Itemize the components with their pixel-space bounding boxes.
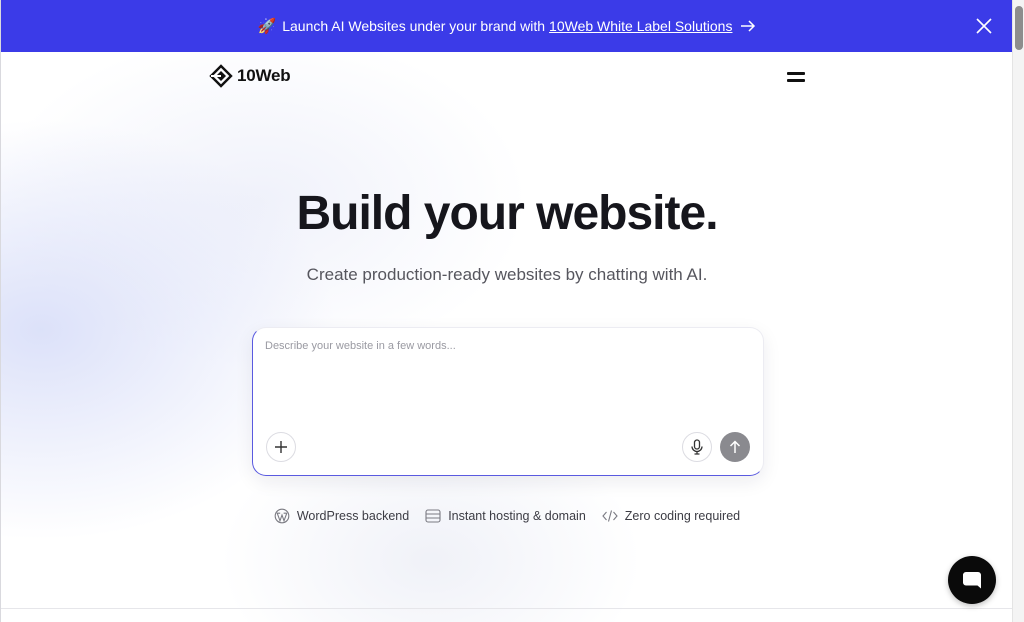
microphone-button[interactable] [682, 432, 712, 462]
hero-title: Build your website. [296, 187, 718, 240]
announcement-banner: 🚀 Launch AI Websites under your brand wi… [1, 0, 1012, 52]
hamburger-icon-line [787, 79, 805, 82]
wordpress-icon [274, 508, 290, 524]
microphone-icon [691, 439, 703, 455]
scrollbar[interactable] [1012, 0, 1024, 622]
website-description-input[interactable] [265, 340, 753, 420]
add-attachment-button[interactable] [266, 432, 296, 462]
scrollbar-thumb[interactable] [1015, 6, 1023, 50]
menu-button[interactable] [787, 70, 805, 84]
logo-mark-icon [209, 64, 233, 88]
hamburger-icon-line [787, 72, 805, 75]
close-icon [976, 18, 992, 34]
banner-text: Launch AI Websites under your brand with [282, 18, 546, 34]
feature-label: WordPress backend [296, 509, 410, 523]
logo-text: 10Web [237, 66, 291, 85]
logo[interactable]: 10Web [209, 64, 291, 88]
arrow-right-icon[interactable] [740, 19, 756, 33]
white-label-link[interactable]: 10Web White Label Solutions [549, 18, 732, 34]
send-button[interactable] [720, 432, 750, 462]
feature-label: Zero coding required [624, 509, 741, 523]
rocket-icon: 🚀 [257, 18, 277, 35]
page: 🚀 Launch AI Websites under your brand wi… [0, 0, 1012, 622]
code-icon [602, 510, 618, 522]
chat-widget-button[interactable] [948, 556, 996, 604]
feature-item: Zero coding required [602, 508, 740, 524]
feature-item: WordPress backend [274, 508, 409, 524]
hero-subtitle: Create production-ready websites by chat… [306, 265, 708, 284]
arrow-up-icon [729, 440, 741, 453]
feature-label: Instant hosting & domain [448, 509, 586, 523]
divider [1, 608, 1012, 609]
chat-icon [963, 572, 981, 589]
prompt-box [252, 327, 764, 476]
plus-icon [275, 441, 287, 453]
close-banner-button[interactable] [975, 17, 993, 35]
feature-item: Instant hosting & domain [425, 508, 586, 524]
hosting-icon [425, 509, 441, 523]
feature-list: WordPress backend Instant hosting & doma… [1, 508, 1012, 524]
